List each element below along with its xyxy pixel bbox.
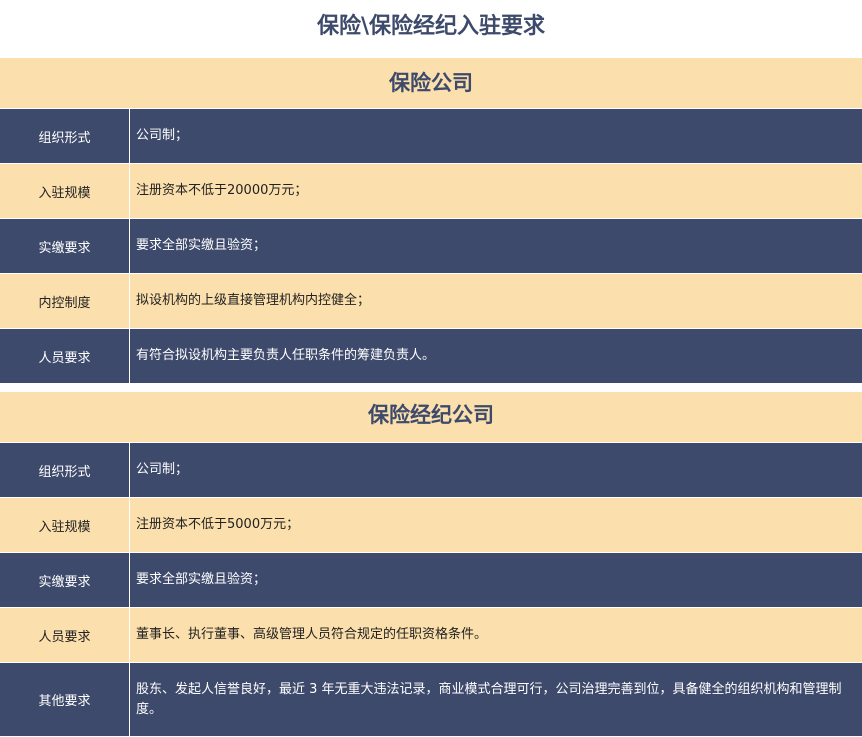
table-row: 入驻规模 注册资本不低于20000万元； bbox=[0, 164, 862, 219]
row-label: 内控制度 bbox=[0, 274, 130, 328]
row-value: 公司制； bbox=[136, 462, 189, 477]
row-label: 实缴要求 bbox=[0, 553, 130, 607]
table-row: 其他要求 股东、发起人信誉良好，最近 3 年无重大违法记录，商业模式合理可行，公… bbox=[0, 663, 862, 737]
row-label: 组织形式 bbox=[0, 443, 130, 497]
row-label: 人员要求 bbox=[0, 608, 130, 662]
row-value: 股东、发起人信誉良好，最近 3 年无重大违法记录，商业模式合理可行，公司治理完善… bbox=[136, 681, 842, 717]
page-title: 保险\保险经纪入驻要求 bbox=[0, 0, 862, 58]
row-value: 注册资本不低于20000万元； bbox=[136, 183, 308, 198]
row-label: 入驻规模 bbox=[0, 164, 130, 218]
table-row: 组织形式 公司制； bbox=[0, 109, 862, 164]
row-value: 要求全部实缴且验资； bbox=[136, 572, 267, 587]
section-header: 保险经纪公司 bbox=[0, 392, 862, 443]
table-row: 人员要求 有符合拟设机构主要负责人任职条件的筹建负责人。 bbox=[0, 329, 862, 384]
row-value: 拟设机构的上级直接管理机构内控健全； bbox=[136, 293, 371, 308]
row-label: 入驻规模 bbox=[0, 498, 130, 552]
table-row: 内控制度 拟设机构的上级直接管理机构内控健全； bbox=[0, 274, 862, 329]
table-row: 人员要求 董事长、执行董事、高级管理人员符合规定的任职资格条件。 bbox=[0, 608, 862, 663]
table-row: 实缴要求 要求全部实缴且验资； bbox=[0, 219, 862, 274]
row-value: 要求全部实缴且验资； bbox=[136, 238, 267, 253]
table-row: 入驻规模 注册资本不低于5000万元； bbox=[0, 498, 862, 553]
row-value: 注册资本不低于5000万元； bbox=[136, 517, 300, 532]
row-value: 有符合拟设机构主要负责人任职条件的筹建负责人。 bbox=[136, 348, 436, 363]
row-label: 实缴要求 bbox=[0, 219, 130, 273]
table-row: 组织形式 公司制； bbox=[0, 443, 862, 498]
row-label: 人员要求 bbox=[0, 329, 130, 383]
row-value: 董事长、执行董事、高级管理人员符合规定的任职资格条件。 bbox=[136, 627, 488, 642]
row-value: 公司制； bbox=[136, 128, 189, 143]
section-header: 保险公司 bbox=[0, 58, 862, 109]
table-row: 实缴要求 要求全部实缴且验资； bbox=[0, 553, 862, 608]
row-label: 组织形式 bbox=[0, 109, 130, 163]
section-insurance-broker: 保险经纪公司 组织形式 公司制； 入驻规模 注册资本不低于5000万元； 实缴要… bbox=[0, 392, 862, 737]
row-label: 其他要求 bbox=[0, 663, 130, 736]
section-divider bbox=[0, 384, 862, 392]
section-insurance-company: 保险公司 组织形式 公司制； 入驻规模 注册资本不低于20000万元； 实缴要求… bbox=[0, 58, 862, 384]
